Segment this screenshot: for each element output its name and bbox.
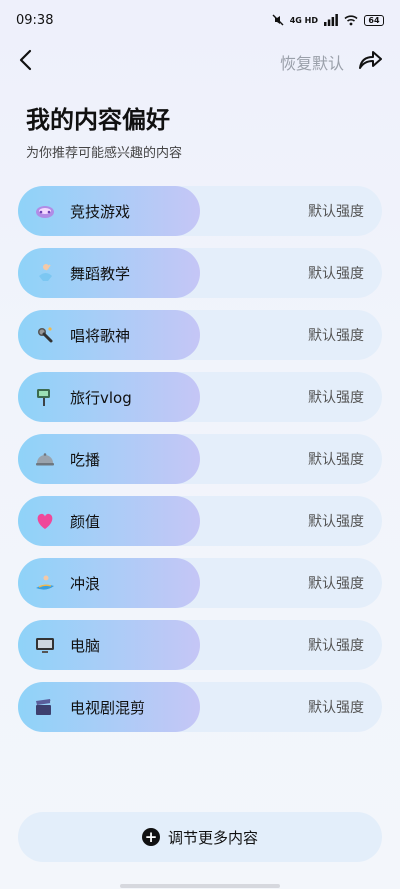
item-label: 颜值: [70, 512, 101, 531]
preference-pill[interactable]: 旅行vlog: [18, 372, 200, 422]
preference-pill[interactable]: 舞蹈教学: [18, 248, 200, 298]
wifi-icon: [344, 15, 358, 26]
preference-pill[interactable]: 竞技游戏: [18, 186, 200, 236]
preference-item[interactable]: 旅行vlog 默认强度: [18, 372, 382, 422]
preference-item[interactable]: 电脑 默认强度: [18, 620, 382, 670]
item-label: 冲浪: [70, 574, 101, 593]
preference-pill[interactable]: 电脑: [18, 620, 200, 670]
preference-pill[interactable]: 唱将歌神: [18, 310, 200, 360]
plus-icon: +: [141, 828, 160, 846]
food-dome-icon: [34, 448, 56, 470]
preference-item[interactable]: 电视剧混剪 默认强度: [18, 682, 382, 732]
preference-pill[interactable]: 冲浪: [18, 558, 200, 608]
restore-default-button[interactable]: 恢复默认: [280, 50, 344, 74]
strength-label[interactable]: 默认强度: [308, 635, 364, 655]
preference-pill[interactable]: 电视剧混剪: [18, 682, 200, 732]
page-subtitle: 为你推荐可能感兴趣的内容: [26, 146, 183, 161]
signal-icon: [324, 14, 338, 26]
strength-label[interactable]: 默认强度: [308, 697, 364, 717]
preference-item[interactable]: 舞蹈教学 默认强度: [18, 248, 382, 298]
preference-pill[interactable]: 颜值: [18, 496, 200, 546]
network-label: 4G HD: [289, 15, 318, 25]
battery-icon: 64: [364, 14, 384, 26]
page-title: 我的内容偏好: [26, 106, 170, 134]
microphone-icon: [34, 324, 56, 346]
preference-pill[interactable]: 吃播: [18, 434, 200, 484]
item-label: 电脑: [70, 636, 101, 655]
preference-list: 竞技游戏 默认强度 舞蹈教学 默认强度 唱将歌神 默认强度 旅行vlog 默认强…: [18, 186, 382, 744]
item-label: 舞蹈教学: [70, 264, 131, 283]
status-time: 09:38: [16, 12, 54, 28]
heart-icon: [34, 510, 56, 532]
mute-icon: [272, 14, 284, 26]
strength-label[interactable]: 默认强度: [308, 511, 364, 531]
status-icons: 4G HD 64: [272, 14, 384, 26]
preference-item[interactable]: 冲浪 默认强度: [18, 558, 382, 608]
game-controller-icon: [34, 200, 56, 222]
adjust-more-button[interactable]: + 调节更多内容: [18, 812, 382, 862]
back-icon[interactable]: [14, 46, 42, 74]
home-indicator: [120, 884, 280, 888]
preference-item[interactable]: 颜值 默认强度: [18, 496, 382, 546]
status-bar: 09:38 4G HD 64: [0, 0, 400, 40]
preference-item[interactable]: 唱将歌神 默认强度: [18, 310, 382, 360]
navbar: 恢复默认: [0, 40, 400, 80]
clapperboard-icon: [34, 696, 56, 718]
strength-label[interactable]: 默认强度: [308, 263, 364, 283]
strength-label[interactable]: 默认强度: [308, 449, 364, 469]
item-label: 旅行vlog: [70, 388, 132, 407]
strength-label[interactable]: 默认强度: [308, 387, 364, 407]
item-label: 吃播: [70, 450, 101, 469]
adjust-more-label: 调节更多内容: [167, 828, 258, 847]
item-label: 唱将歌神: [70, 326, 131, 345]
share-icon[interactable]: [356, 46, 384, 74]
preference-item[interactable]: 竞技游戏 默认强度: [18, 186, 382, 236]
dancer-icon: [34, 262, 56, 284]
computer-icon: [34, 634, 56, 656]
preference-item[interactable]: 吃播 默认强度: [18, 434, 382, 484]
item-label: 电视剧混剪: [70, 698, 146, 717]
item-label: 竞技游戏: [70, 202, 131, 221]
strength-label[interactable]: 默认强度: [308, 573, 364, 593]
surfboard-icon: [34, 572, 56, 594]
strength-label[interactable]: 默认强度: [308, 201, 364, 221]
strength-label[interactable]: 默认强度: [308, 325, 364, 345]
selfie-stick-icon: [34, 386, 56, 408]
